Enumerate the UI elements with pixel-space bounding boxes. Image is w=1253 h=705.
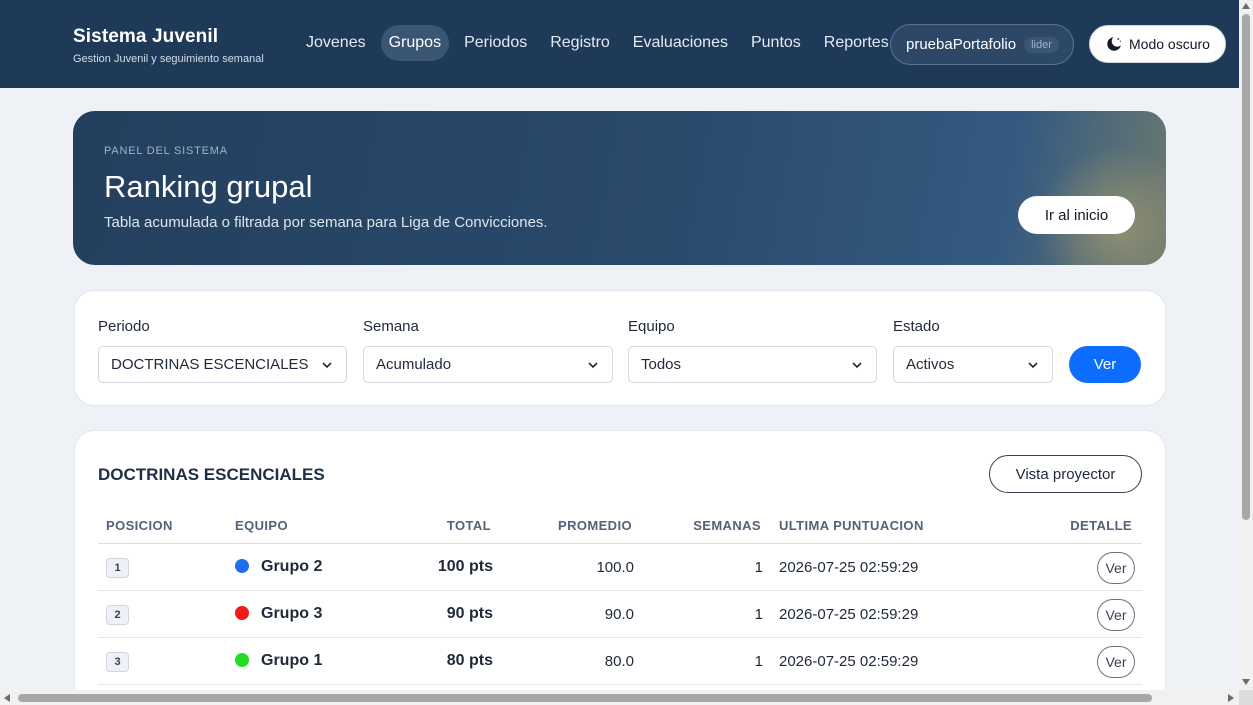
team-weeks: 1 bbox=[754, 653, 763, 670]
detail-button[interactable]: Ver bbox=[1097, 599, 1135, 631]
team-total: 90 pts bbox=[446, 605, 493, 622]
page-description: Tabla acumulada o filtrada por semana pa… bbox=[104, 214, 548, 231]
go-home-button[interactable]: Ir al inicio bbox=[1018, 196, 1135, 234]
column-header-promedio: PROMEDIO bbox=[558, 518, 632, 533]
brand[interactable]: Sistema Juvenil Gestion Juvenil y seguim… bbox=[73, 26, 264, 65]
column-header-equipo: EQUIPO bbox=[235, 518, 288, 533]
horizontal-scrollbar[interactable] bbox=[0, 690, 1239, 705]
filters-card: Periodo DOCTRINAS ESCENCIALES Semana Acu… bbox=[74, 290, 1166, 406]
scroll-left-icon[interactable] bbox=[4, 694, 10, 702]
equipo-label: Equipo bbox=[628, 318, 675, 335]
chevron-down-icon bbox=[1028, 362, 1038, 369]
team-weeks: 1 bbox=[754, 559, 763, 576]
team-color-dot bbox=[235, 606, 249, 620]
periodo-value: DOCTRINAS ESCENCIALES bbox=[111, 356, 309, 373]
equipo-value: Todos bbox=[641, 356, 682, 373]
nav-item-reportes[interactable]: Reportes bbox=[816, 25, 897, 61]
team-average: 100.0 bbox=[596, 559, 634, 576]
projector-view-button[interactable]: Vista proyector bbox=[989, 455, 1142, 493]
table-row: 2 Grupo 3 90 pts 90.0 1 2026-07-25 02:59… bbox=[98, 591, 1142, 638]
position-badge: 1 bbox=[106, 558, 129, 578]
team-total: 100 pts bbox=[437, 558, 493, 575]
column-header-ultima-puntuacion: ULTIMA PUNTUACION bbox=[779, 518, 924, 533]
chevron-down-icon bbox=[852, 362, 862, 369]
nav-item-grupos[interactable]: Grupos bbox=[380, 25, 450, 61]
equipo-select[interactable]: Todos bbox=[628, 346, 877, 383]
hero-kicker: PANEL DEL SISTEMA bbox=[104, 145, 228, 157]
nav-item-evaluaciones[interactable]: Evaluaciones bbox=[625, 25, 736, 61]
role-badge: lider bbox=[1024, 36, 1059, 53]
moon-icon bbox=[1107, 37, 1121, 51]
periodo-select[interactable]: DOCTRINAS ESCENCIALES bbox=[98, 346, 347, 383]
nav-item-jovenes[interactable]: Jovenes bbox=[298, 25, 374, 61]
nav-item-puntos[interactable]: Puntos bbox=[743, 25, 809, 61]
table-row: 3 Grupo 1 80 pts 80.0 1 2026-07-25 02:59… bbox=[98, 638, 1142, 685]
team-weeks: 1 bbox=[754, 606, 763, 623]
scroll-up-icon[interactable] bbox=[1242, 3, 1250, 9]
brand-subtitle: Gestion Juvenil y seguimiento semanal bbox=[73, 53, 264, 65]
vertical-scroll-thumb[interactable] bbox=[1242, 14, 1250, 520]
estado-label: Estado bbox=[893, 318, 940, 335]
semana-value: Acumulado bbox=[376, 356, 452, 373]
vertical-scrollbar[interactable] bbox=[1239, 0, 1253, 690]
column-header-detalle: DETALLE bbox=[1070, 518, 1132, 533]
table-row: 1 Grupo 2 100 pts 100.0 1 2026-07-25 02:… bbox=[98, 544, 1142, 591]
scroll-right-icon[interactable] bbox=[1228, 694, 1234, 702]
team-color-dot bbox=[235, 653, 249, 667]
position-badge: 3 bbox=[106, 652, 129, 672]
dark-mode-label: Modo oscuro bbox=[1129, 36, 1210, 52]
column-header-semanas: SEMANAS bbox=[693, 518, 761, 533]
chevron-down-icon bbox=[588, 362, 598, 369]
column-header-posicion: POSICION bbox=[106, 518, 173, 533]
team-average: 80.0 bbox=[604, 653, 634, 670]
team-last-score: 2026-07-25 02:59:29 bbox=[779, 606, 919, 623]
estado-select[interactable]: Activos bbox=[893, 346, 1053, 383]
scroll-down-icon[interactable] bbox=[1242, 679, 1250, 685]
team-name: Grupo 1 bbox=[261, 652, 323, 669]
dark-mode-button[interactable]: Modo oscuro bbox=[1089, 25, 1226, 63]
semana-select[interactable]: Acumulado bbox=[363, 346, 613, 383]
team-last-score: 2026-07-25 02:59:29 bbox=[779, 653, 919, 670]
team-name: Grupo 2 bbox=[261, 558, 323, 575]
user-name: pruebaPortafolio bbox=[906, 36, 1017, 53]
apply-filters-button[interactable]: Ver bbox=[1069, 346, 1141, 383]
scrollbar-corner bbox=[1239, 690, 1253, 705]
horizontal-scroll-thumb[interactable] bbox=[18, 694, 1152, 702]
top-navbar: Sistema Juvenil Gestion Juvenil y seguim… bbox=[0, 0, 1239, 88]
chevron-down-icon bbox=[322, 362, 332, 369]
periodo-label: Periodo bbox=[98, 318, 150, 335]
column-header-total: TOTAL bbox=[446, 518, 491, 533]
team-total: 80 pts bbox=[446, 652, 493, 669]
hero-panel: PANEL DEL SISTEMA Ranking grupal Tabla a… bbox=[73, 111, 1166, 265]
ranking-card: DOCTRINAS ESCENCIALES Vista proyector PO… bbox=[74, 430, 1166, 705]
team-average: 90.0 bbox=[604, 606, 634, 623]
nav-item-registro[interactable]: Registro bbox=[542, 25, 618, 61]
team-name: Grupo 3 bbox=[261, 605, 323, 622]
estado-value: Activos bbox=[906, 356, 955, 373]
team-last-score: 2026-07-25 02:59:29 bbox=[779, 559, 919, 576]
user-menu[interactable]: pruebaPortafolio lider bbox=[890, 24, 1074, 65]
semana-label: Semana bbox=[363, 318, 419, 335]
ranking-title: DOCTRINAS ESCENCIALES bbox=[98, 465, 325, 484]
detail-button[interactable]: Ver bbox=[1097, 646, 1135, 678]
main-nav: Jovenes Grupos Periodos Registro Evaluac… bbox=[298, 25, 904, 61]
brand-title: Sistema Juvenil bbox=[73, 26, 219, 47]
page-title: Ranking grupal bbox=[104, 169, 313, 204]
detail-button[interactable]: Ver bbox=[1097, 552, 1135, 584]
position-badge: 2 bbox=[106, 605, 129, 625]
team-color-dot bbox=[235, 559, 249, 573]
nav-item-periodos[interactable]: Periodos bbox=[456, 25, 535, 61]
